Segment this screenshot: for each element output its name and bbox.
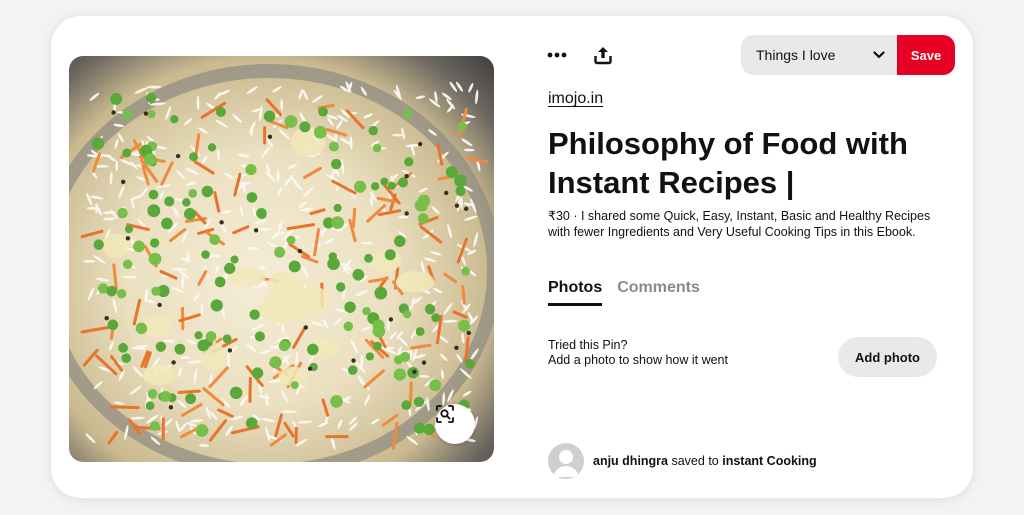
tried-subtext: Add a photo to show how it went	[548, 353, 728, 367]
user-avatar-icon	[553, 450, 579, 477]
pin-tabs: Photos Comments	[548, 279, 700, 306]
visual-search-button[interactable]	[435, 404, 475, 444]
save-button[interactable]: Save	[897, 35, 955, 75]
more-options-button[interactable]	[545, 43, 569, 67]
tab-comments[interactable]: Comments	[617, 279, 700, 306]
share-button[interactable]	[591, 43, 615, 67]
saved-to-label: saved to	[671, 454, 719, 468]
saved-by-row: anju dhingra saved to instant Cooking	[548, 443, 817, 479]
chevron-down-icon	[873, 51, 885, 59]
pin-description: ₹30 · I shared some Quick, Easy, Instant…	[548, 209, 931, 239]
ellipsis-icon	[547, 52, 567, 58]
source-link[interactable]: imojo.in	[548, 90, 603, 108]
share-icon	[594, 47, 612, 65]
pin-image[interactable]	[69, 56, 494, 462]
saved-board-name[interactable]: instant Cooking	[722, 454, 816, 468]
pin-title: Philosophy of Food with Instant Recipes …	[548, 126, 908, 200]
tried-heading: Tried this Pin?	[548, 338, 628, 352]
saver-name[interactable]: anju dhingra	[593, 454, 668, 468]
tried-this-pin: Tried this Pin? Add a photo to show how …	[548, 338, 728, 368]
board-dropdown[interactable]: Things I love	[741, 35, 899, 75]
tab-photos[interactable]: Photos	[548, 279, 603, 306]
saved-by-text: anju dhingra saved to instant Cooking	[593, 454, 817, 468]
pin-closeup-card: Things I love Save imojo.in Philosophy o…	[51, 16, 973, 498]
avatar[interactable]	[548, 443, 584, 479]
add-photo-button[interactable]: Add photo	[838, 337, 937, 377]
board-dropdown-label: Things I love	[756, 47, 836, 63]
food-illustration	[69, 64, 494, 462]
lens-icon	[436, 405, 454, 423]
pin-toolbar	[545, 40, 615, 70]
